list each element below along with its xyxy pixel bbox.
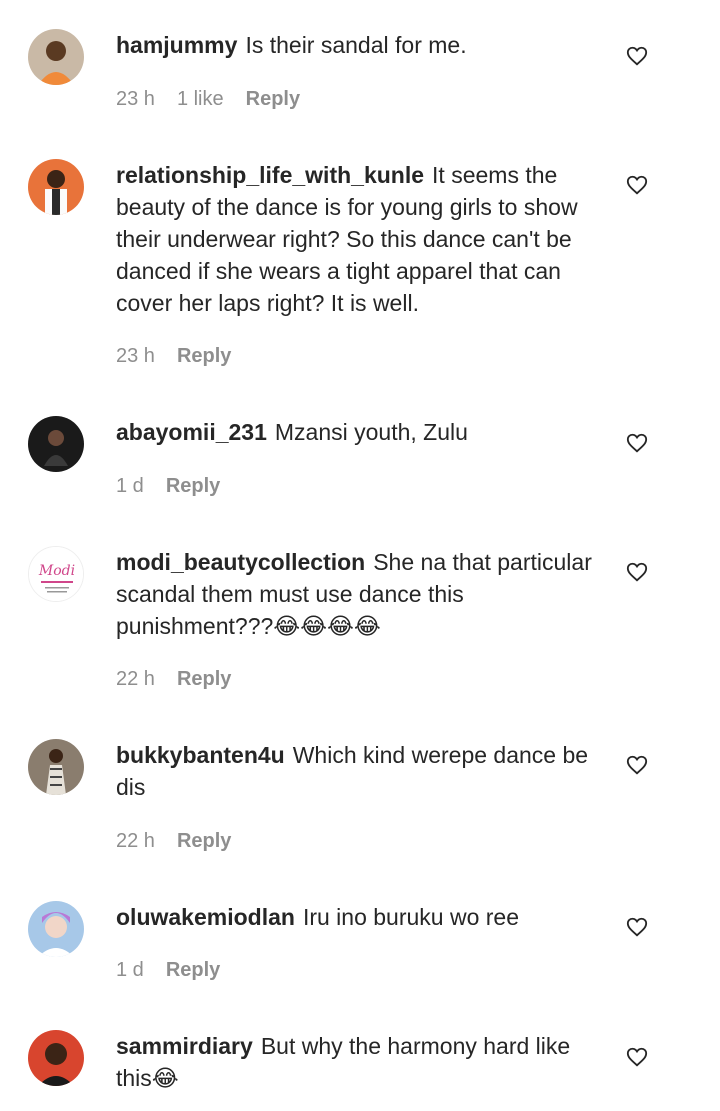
comment-time: 1 d xyxy=(116,475,144,497)
comment-meta: 23 h Reply xyxy=(116,345,231,368)
comment-username[interactable]: bukkybanten4u xyxy=(116,742,285,768)
reply-button[interactable]: Reply xyxy=(177,345,231,368)
comment-meta: 22 h Reply xyxy=(116,668,231,691)
comment-body: sammirdiary But why the harmony hard like… xyxy=(116,1030,594,1094)
comment-body: oluwakemiodlan Iru ino buruku wo ree xyxy=(116,901,594,933)
logo-text: Modi xyxy=(38,563,75,579)
comment-meta: 22 h Reply xyxy=(116,830,231,853)
avatar[interactable] xyxy=(28,901,84,957)
comment-meta: 1 d Reply xyxy=(116,475,220,498)
reply-button[interactable]: Reply xyxy=(166,959,220,982)
comment-likes[interactable]: 1 like xyxy=(177,88,224,111)
avatar[interactable] xyxy=(28,416,84,472)
comment-text: Iru ino buruku wo ree xyxy=(302,904,520,930)
reply-button[interactable]: Reply xyxy=(166,475,220,498)
avatar[interactable] xyxy=(28,1030,84,1086)
comment-time: 22 h xyxy=(116,830,155,852)
comment-username[interactable]: sammirdiary xyxy=(116,1033,253,1059)
avatar[interactable] xyxy=(28,739,84,795)
comment-username[interactable]: abayomii_231 xyxy=(116,419,267,445)
comment-meta: 1 d Reply xyxy=(116,959,220,982)
heart-outline-icon[interactable] xyxy=(626,432,648,454)
heart-outline-icon[interactable] xyxy=(626,561,648,583)
avatar[interactable] xyxy=(28,159,84,215)
comment-username[interactable]: hamjummy xyxy=(116,32,237,58)
reply-button[interactable]: Reply xyxy=(177,830,231,853)
reply-button[interactable]: Reply xyxy=(246,88,300,111)
avatar[interactable]: Modi xyxy=(28,546,84,602)
comment-body: hamjummy Is their sandal for me. xyxy=(116,29,594,61)
comment-text: Is their sandal for me. xyxy=(245,32,467,58)
heart-outline-icon[interactable] xyxy=(626,45,648,67)
comment-username[interactable]: oluwakemiodlan xyxy=(116,904,295,930)
avatar[interactable] xyxy=(28,29,84,85)
comment-body: abayomii_231 Mzansi youth, Zulu xyxy=(116,416,594,448)
comment-username[interactable]: modi_beautycollection xyxy=(116,549,365,575)
heart-outline-icon[interactable] xyxy=(626,916,648,938)
comment-body: relationship_life_with_kunle It seems the… xyxy=(116,159,594,319)
comment-time: 23 h xyxy=(116,88,155,110)
reply-button[interactable]: Reply xyxy=(177,668,231,691)
comment-body: modi_beautycollection She na that particu… xyxy=(116,546,594,642)
comment-body: bukkybanten4u Which kind werepe dance be … xyxy=(116,739,594,803)
comment-meta: 23 h 1 like Reply xyxy=(116,88,300,111)
comment-time: 1 d xyxy=(116,959,144,981)
comment-text: Mzansi youth, Zulu xyxy=(274,419,468,445)
heart-outline-icon[interactable] xyxy=(626,754,648,776)
heart-outline-icon[interactable] xyxy=(626,174,648,196)
comment-username[interactable]: relationship_life_with_kunle xyxy=(116,162,424,188)
comment-time: 23 h xyxy=(116,345,155,367)
comment-time: 22 h xyxy=(116,668,155,690)
heart-outline-icon[interactable] xyxy=(626,1046,648,1068)
